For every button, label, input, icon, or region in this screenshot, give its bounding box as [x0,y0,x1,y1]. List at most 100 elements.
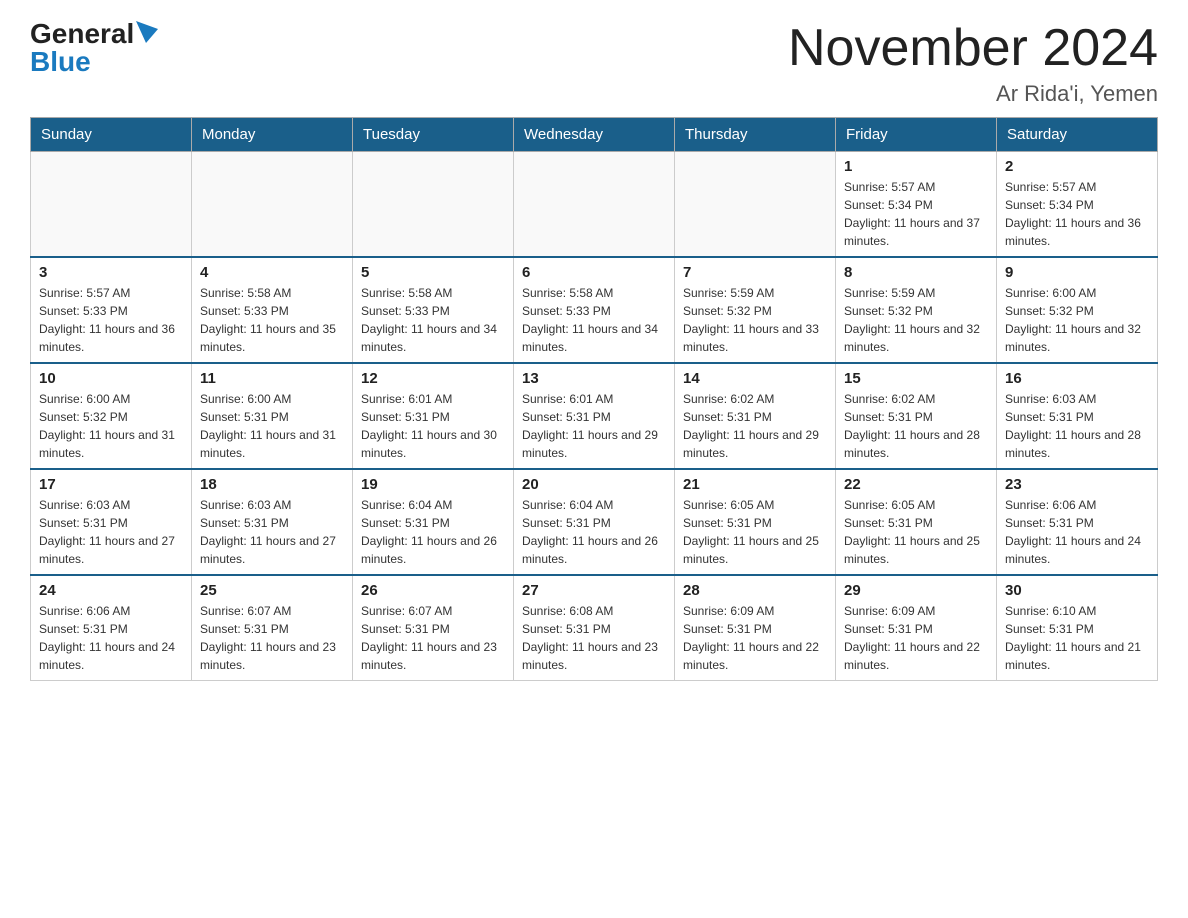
day-info: Sunrise: 6:03 AM Sunset: 5:31 PM Dayligh… [200,496,344,568]
day-number: 25 [200,582,344,599]
calendar-cell: 8 Sunrise: 5:59 AM Sunset: 5:32 PM Daylig… [836,257,997,363]
day-info: Sunrise: 6:05 AM Sunset: 5:31 PM Dayligh… [844,496,988,568]
day-number: 2 [1005,158,1149,175]
day-info: Sunrise: 6:07 AM Sunset: 5:31 PM Dayligh… [200,602,344,674]
day-info: Sunrise: 6:09 AM Sunset: 5:31 PM Dayligh… [844,602,988,674]
calendar-cell [31,152,192,258]
day-number: 29 [844,582,988,599]
day-number: 23 [1005,476,1149,493]
calendar-cell: 19 Sunrise: 6:04 AM Sunset: 5:31 PM Dayli… [353,469,514,575]
calendar-cell: 22 Sunrise: 6:05 AM Sunset: 5:31 PM Dayli… [836,469,997,575]
location-subtitle: Ar Rida'i, Yemen [788,81,1158,107]
weekday-friday: Friday [836,118,997,152]
calendar-cell [514,152,675,258]
calendar-cell: 16Sunrise: 6:03 AM Sunset: 5:31 PM Dayli… [997,363,1158,469]
day-info: Sunrise: 6:00 AM Sunset: 5:31 PM Dayligh… [200,390,344,462]
day-number: 11 [200,370,344,387]
weekday-wednesday: Wednesday [514,118,675,152]
day-number: 13 [522,370,666,387]
day-info: Sunrise: 6:00 AM Sunset: 5:32 PM Dayligh… [39,390,183,462]
day-number: 22 [844,476,988,493]
day-number: 1 [844,158,988,175]
logo: General Blue [30,20,158,76]
calendar-cell: 7 Sunrise: 5:59 AM Sunset: 5:32 PM Daylig… [675,257,836,363]
day-number: 12 [361,370,505,387]
calendar-cell: 11 Sunrise: 6:00 AM Sunset: 5:31 PM Dayli… [192,363,353,469]
day-info: Sunrise: 6:08 AM Sunset: 5:31 PM Dayligh… [522,602,666,674]
calendar-cell: 30Sunrise: 6:10 AM Sunset: 5:31 PM Dayli… [997,575,1158,681]
calendar-cell: 10 Sunrise: 6:00 AM Sunset: 5:32 PM Dayli… [31,363,192,469]
day-info: Sunrise: 6:02 AM Sunset: 5:31 PM Dayligh… [683,390,827,462]
day-info: Sunrise: 6:06 AM Sunset: 5:31 PM Dayligh… [39,602,183,674]
day-number: 26 [361,582,505,599]
day-number: 18 [200,476,344,493]
day-number: 7 [683,264,827,281]
calendar-cell: 13 Sunrise: 6:01 AM Sunset: 5:31 PM Dayli… [514,363,675,469]
day-info: Sunrise: 5:59 AM Sunset: 5:32 PM Dayligh… [844,284,988,356]
day-info: Sunrise: 6:04 AM Sunset: 5:31 PM Dayligh… [361,496,505,568]
day-info: Sunrise: 5:58 AM Sunset: 5:33 PM Dayligh… [522,284,666,356]
day-number: 17 [39,476,183,493]
calendar-cell: 25 Sunrise: 6:07 AM Sunset: 5:31 PM Dayli… [192,575,353,681]
title-block: November 2024 Ar Rida'i, Yemen [788,20,1158,107]
week-row-1: 1 Sunrise: 5:57 AM Sunset: 5:34 PM Daylig… [31,152,1158,258]
day-info: Sunrise: 5:58 AM Sunset: 5:33 PM Dayligh… [361,284,505,356]
weekday-thursday: Thursday [675,118,836,152]
calendar-cell: 26 Sunrise: 6:07 AM Sunset: 5:31 PM Dayli… [353,575,514,681]
calendar-cell: 29 Sunrise: 6:09 AM Sunset: 5:31 PM Dayli… [836,575,997,681]
day-number: 9 [1005,264,1149,281]
day-info: Sunrise: 6:02 AM Sunset: 5:31 PM Dayligh… [844,390,988,462]
weekday-sunday: Sunday [31,118,192,152]
day-info: Sunrise: 6:09 AM Sunset: 5:31 PM Dayligh… [683,602,827,674]
day-info: Sunrise: 6:00 AM Sunset: 5:32 PM Dayligh… [1005,284,1149,356]
day-info: Sunrise: 5:57 AM Sunset: 5:34 PM Dayligh… [1005,178,1149,250]
week-row-5: 24 Sunrise: 6:06 AM Sunset: 5:31 PM Dayli… [31,575,1158,681]
calendar-cell: 12 Sunrise: 6:01 AM Sunset: 5:31 PM Dayli… [353,363,514,469]
day-info: Sunrise: 6:03 AM Sunset: 5:31 PM Dayligh… [39,496,183,568]
day-number: 21 [683,476,827,493]
day-info: Sunrise: 5:58 AM Sunset: 5:33 PM Dayligh… [200,284,344,356]
calendar-cell: 6 Sunrise: 5:58 AM Sunset: 5:33 PM Daylig… [514,257,675,363]
day-info: Sunrise: 6:01 AM Sunset: 5:31 PM Dayligh… [522,390,666,462]
day-number: 6 [522,264,666,281]
calendar-cell [675,152,836,258]
day-number: 20 [522,476,666,493]
day-info: Sunrise: 6:05 AM Sunset: 5:31 PM Dayligh… [683,496,827,568]
calendar-cell: 2 Sunrise: 5:57 AM Sunset: 5:34 PM Daylig… [997,152,1158,258]
day-number: 8 [844,264,988,281]
logo-icon [136,21,158,43]
day-number: 5 [361,264,505,281]
calendar-cell: 1 Sunrise: 5:57 AM Sunset: 5:34 PM Daylig… [836,152,997,258]
week-row-4: 17 Sunrise: 6:03 AM Sunset: 5:31 PM Dayli… [31,469,1158,575]
calendar-cell [353,152,514,258]
day-info: Sunrise: 5:57 AM Sunset: 5:34 PM Dayligh… [844,178,988,250]
weekday-saturday: Saturday [997,118,1158,152]
logo-blue-text: Blue [30,48,91,76]
day-number: 3 [39,264,183,281]
day-info: Sunrise: 6:01 AM Sunset: 5:31 PM Dayligh… [361,390,505,462]
calendar-cell [192,152,353,258]
day-number: 24 [39,582,183,599]
weekday-tuesday: Tuesday [353,118,514,152]
calendar-cell: 14Sunrise: 6:02 AM Sunset: 5:31 PM Dayli… [675,363,836,469]
month-title: November 2024 [788,20,1158,77]
day-number: 10 [39,370,183,387]
logo-general-text: General [30,20,134,48]
day-number: 19 [361,476,505,493]
calendar-cell: 5 Sunrise: 5:58 AM Sunset: 5:33 PM Daylig… [353,257,514,363]
calendar-cell: 3Sunrise: 5:57 AM Sunset: 5:33 PM Daylig… [31,257,192,363]
calendar-cell: 4Sunrise: 5:58 AM Sunset: 5:33 PM Daylig… [192,257,353,363]
calendar-cell: 27Sunrise: 6:08 AM Sunset: 5:31 PM Dayli… [514,575,675,681]
day-info: Sunrise: 6:07 AM Sunset: 5:31 PM Dayligh… [361,602,505,674]
day-number: 15 [844,370,988,387]
day-number: 30 [1005,582,1149,599]
day-info: Sunrise: 6:04 AM Sunset: 5:31 PM Dayligh… [522,496,666,568]
day-info: Sunrise: 5:59 AM Sunset: 5:32 PM Dayligh… [683,284,827,356]
calendar-cell: 9 Sunrise: 6:00 AM Sunset: 5:32 PM Daylig… [997,257,1158,363]
calendar-cell: 20 Sunrise: 6:04 AM Sunset: 5:31 PM Dayli… [514,469,675,575]
calendar-cell: 15 Sunrise: 6:02 AM Sunset: 5:31 PM Dayli… [836,363,997,469]
day-info: Sunrise: 6:06 AM Sunset: 5:31 PM Dayligh… [1005,496,1149,568]
page-header: General Blue November 2024 Ar Rida'i, Ye… [30,20,1158,107]
calendar-cell: 24 Sunrise: 6:06 AM Sunset: 5:31 PM Dayli… [31,575,192,681]
calendar-cell: 23 Sunrise: 6:06 AM Sunset: 5:31 PM Dayli… [997,469,1158,575]
